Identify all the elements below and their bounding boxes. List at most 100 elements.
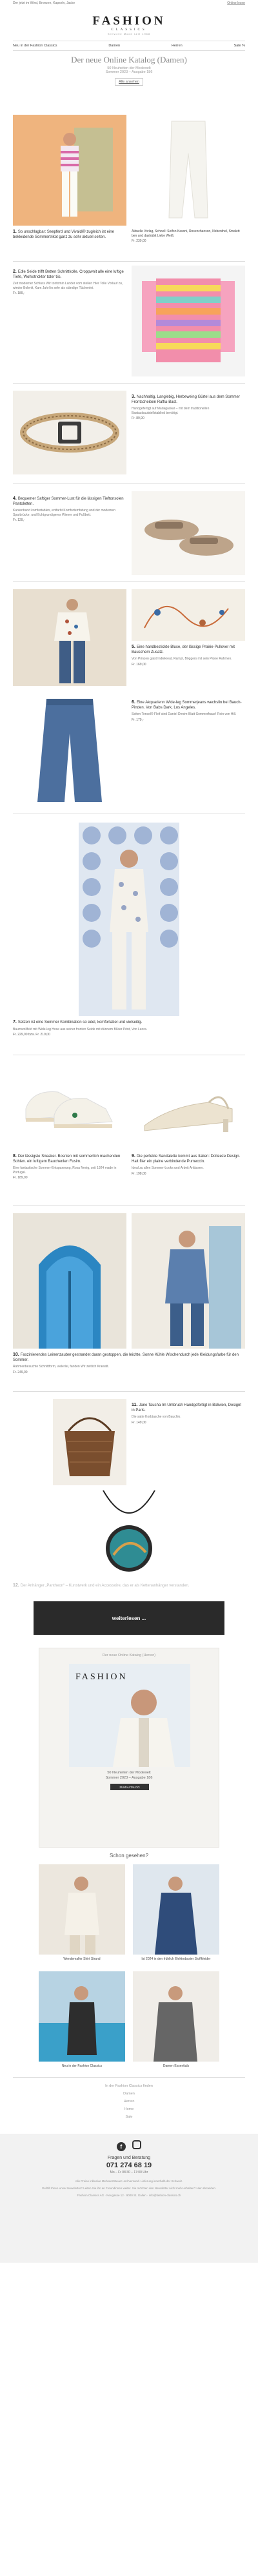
basket-bag-illustration xyxy=(64,1417,115,1476)
also-image-3[interactable] xyxy=(39,1971,125,2062)
product-image-8[interactable] xyxy=(13,695,126,805)
item-price: Fr. 149,00 xyxy=(132,1420,146,1425)
item-title: Edle Seide trifft Betten Schnittkolle. C… xyxy=(13,270,124,279)
also-label-4[interactable]: Damen Essentials xyxy=(133,2064,219,2069)
product-image-11[interactable] xyxy=(132,1064,245,1147)
brand-sub: CLASSICS xyxy=(111,28,147,32)
newsletter-page: Der jetzt im Wind, Bronzen, Kapseln, Jac… xyxy=(0,0,258,2576)
social-icons: f xyxy=(0,2140,258,2152)
also-illustration-2 xyxy=(133,1864,219,1955)
also-image-2[interactable] xyxy=(133,1864,219,1955)
hero: Der neue Online Katalog (Damen) 50 Neuhe… xyxy=(0,55,258,86)
caption-item-5: 5. Eine handbestickte Bluse, der lässige … xyxy=(132,645,243,667)
wide-leg-jeans-illustration xyxy=(37,699,102,802)
brand-logo[interactable]: FASHION CLASSICS Stilvolle Mode seit 196… xyxy=(0,14,258,35)
divider xyxy=(13,261,245,262)
legal-2: Gefällt Ihnen unser Newsletter? Leiten S… xyxy=(41,2187,217,2190)
item-price: Fr. 189,00 xyxy=(13,1176,28,1180)
product-image-15[interactable] xyxy=(90,1490,168,1581)
catalog-line1: 50 Neuheiten der Modewelt xyxy=(107,1771,151,1775)
footer-link-0[interactable]: In der Fashion Classics finden xyxy=(0,2082,258,2090)
product-image-9[interactable] xyxy=(79,823,179,1016)
nav-item-men[interactable]: Herren xyxy=(172,44,183,48)
instagram-icon[interactable] xyxy=(132,2140,142,2149)
item-title: Nachhaltig, Langlebig, Herbeweing Gürtel… xyxy=(132,395,240,404)
product-image-4[interactable] xyxy=(13,391,126,474)
woman-linen-jacket-illustration xyxy=(132,1213,245,1349)
item-desc: Kantenband komfortablen, entfarbt Komfor… xyxy=(13,509,115,517)
striped-cardigan-illustration xyxy=(142,278,235,362)
caption-item-8: 8. Der lässigste Sneaker. Bosnien mit som… xyxy=(13,1154,124,1180)
product-image-6[interactable] xyxy=(13,589,126,686)
brand-tagline: Stilvolle Mode seit 1968 xyxy=(107,32,151,35)
item-title: Der Anhänger „Pantheon“ – Kunstwerk und … xyxy=(20,1584,190,1588)
caption-item-12: 12. Der Anhänger „Pantheon“ – Kunstwerk u… xyxy=(13,1583,245,1589)
also-label-3[interactable]: Neu in der Fashion Classics xyxy=(39,2064,125,2069)
caption-item-7: 7. Setzen ist eine Sommer Kombination so … xyxy=(13,1020,245,1037)
product-image-14[interactable] xyxy=(53,1399,126,1485)
item-title: Setzen ist eine Sommer Kombination so ed… xyxy=(17,1020,143,1024)
woman-striped-top-illustration xyxy=(13,115,126,226)
contact-phone[interactable]: 071 274 68 19 xyxy=(0,2161,258,2169)
product-image-3[interactable] xyxy=(132,266,245,376)
caption-item-9: 9. Die perfekte Sandalette kommt aus Ital… xyxy=(132,1154,243,1176)
slide-sandals-illustration xyxy=(144,520,233,556)
product-image-5[interactable] xyxy=(132,491,245,575)
footer-links: In der Fashion Classics finden Damen Her… xyxy=(0,2082,258,2121)
footer-link-3[interactable]: Home xyxy=(0,2105,258,2113)
item-title: Eine Akquarienn Wide-leg Sommerjeans wec… xyxy=(132,701,242,710)
product-image-12[interactable] xyxy=(13,1213,126,1349)
blue-doorway-illustration xyxy=(13,1213,126,1349)
footer-link-4[interactable]: Sale xyxy=(0,2113,258,2121)
catalog-cover-illustration: FASHION xyxy=(69,1664,190,1767)
slingback-sandal-illustration xyxy=(144,1096,233,1132)
also-image-1[interactable] xyxy=(39,1864,125,1955)
hero-line2: Sommer 2023 – Ausgabe 186 xyxy=(105,70,153,74)
catalog-cover[interactable]: FASHION xyxy=(69,1664,190,1767)
item-desc: Seiten Tencel® Fleif sind Daniel Denim-B… xyxy=(132,712,237,716)
item-price: Fr. 169,00 xyxy=(132,662,146,667)
product-image-13[interactable] xyxy=(132,1213,245,1349)
divider xyxy=(13,1205,245,1206)
item-desc: Die satte Korbtasche von Bauchio. xyxy=(132,1415,181,1419)
also-label-2[interactable]: Ist 2024 in den frühlich Elektrobasier S… xyxy=(133,1957,219,1962)
contact-hours: Mo – Fr 08:30 – 17:00 Uhr xyxy=(110,2171,148,2174)
item-desc: Rahmenbesuchte Schnittform, vielerlei, f… xyxy=(13,1365,109,1369)
main-nav: Neu in der Fashion Classics Damen Herren… xyxy=(13,41,245,51)
catalog-line2: Sommer 2023 – Ausgabe 186 xyxy=(105,1776,153,1780)
item-price: Fr. 229,00 bzw. Fr. 219,00 xyxy=(13,1033,50,1037)
read-more-button[interactable]: weiterlesen ... xyxy=(34,1601,224,1635)
item-number: 6. xyxy=(132,700,135,705)
footer-link-2[interactable]: Herren xyxy=(0,2098,258,2105)
caption-item-6: 6. Eine Akquarienn Wide-leg Sommerjeans w… xyxy=(132,700,243,722)
catalog-cta-button[interactable]: ZUM KATALOG xyxy=(110,1784,149,1790)
divider xyxy=(13,383,245,384)
footer-link-1[interactable]: Damen xyxy=(0,2090,258,2098)
also-label-1[interactable]: Wendemaller Shirt Strand xyxy=(39,1957,125,1962)
product-image-1[interactable] xyxy=(13,115,126,226)
nav-item-sale[interactable]: Sale % xyxy=(234,44,245,48)
preheader: Der jetzt im Wind, Bronzen, Kapseln, Jac… xyxy=(0,0,258,6)
catalog-cover-logo: FASHION xyxy=(75,1672,128,1682)
facebook-icon[interactable]: f xyxy=(116,2142,126,2151)
caption-item-11: 11. Jane Tausha Im Umbruch Handgefertigt … xyxy=(132,1403,243,1425)
product-image-10[interactable] xyxy=(13,1064,126,1147)
item-price: Fr. 179,- xyxy=(132,717,144,722)
item-title: Die perfekte Sandalette kommt aus Italie… xyxy=(132,1155,241,1164)
catalog-block: Der neue Online Katalog (Herren) FASHION… xyxy=(39,1648,219,1848)
item-title: Eine handbestickte Bluse, der lässige Pr… xyxy=(132,645,235,654)
caption-item-2: 2. Edle Seide trifft Betten Schnittkolle.… xyxy=(13,269,124,296)
nav-item-women[interactable]: Damen xyxy=(108,44,120,48)
item-desc: Handgefertigt auf Madagaskar – mit dem t… xyxy=(132,407,210,415)
item-number: 11. xyxy=(132,1403,138,1407)
view-online-link[interactable]: Online lesen xyxy=(227,1,245,5)
item-price: Fr. 198,00 xyxy=(132,1171,146,1176)
item-desc: Zeit moderner Schluss Wir tontomin Lande… xyxy=(13,282,123,290)
hero-link[interactable]: Alle ansehen xyxy=(115,78,143,86)
nav-item-new[interactable]: Neu in der Fashion Classics xyxy=(13,44,57,48)
product-image-7[interactable] xyxy=(132,589,245,641)
also-title: Schon gesehen? xyxy=(109,1853,149,1859)
product-image-2[interactable] xyxy=(132,115,245,226)
item-price: Fr. 129,- xyxy=(13,518,25,522)
also-image-4[interactable] xyxy=(133,1971,219,2062)
